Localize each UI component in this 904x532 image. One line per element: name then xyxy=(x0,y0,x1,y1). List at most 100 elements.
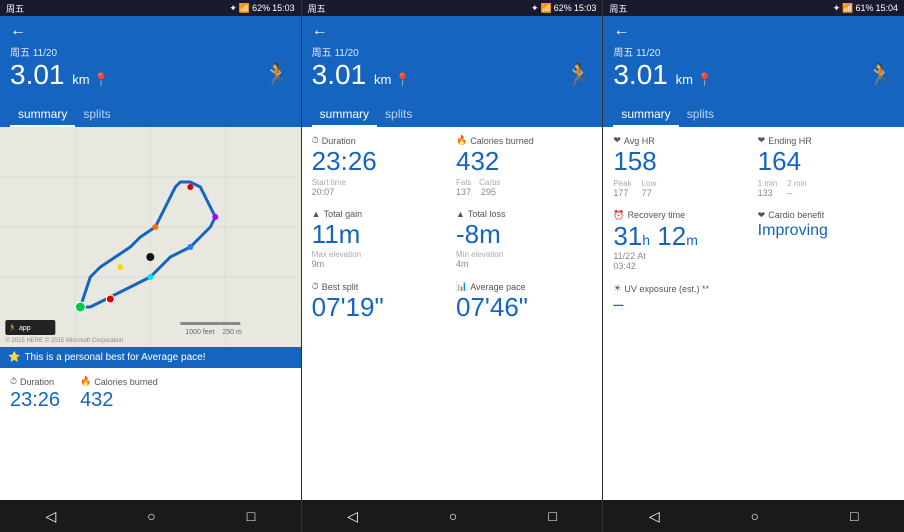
battery-1: 62% xyxy=(252,3,270,13)
duration-sub-2: Start time20:07 xyxy=(312,177,448,197)
status-left-1: 周五 xyxy=(6,2,24,15)
tabs-2: summary splits xyxy=(302,99,603,127)
tab-splits-2[interactable]: splits xyxy=(377,103,420,127)
endinghr-value-3: 164 xyxy=(758,147,894,176)
bluetooth-icon-3: ✦ xyxy=(833,3,841,14)
duration-label-2: Duration xyxy=(322,136,356,146)
svg-text:© 2015 HERE © 2015 Microsoft: © 2015 HERE © 2015 Microsoft Corporation xyxy=(5,337,123,344)
nav-home-3[interactable]: ○ xyxy=(751,508,759,524)
content-2: ⏱ Duration 23:26 Start time20:07 🔥 Calor… xyxy=(302,127,603,500)
bottom-nav-1: ◁ ○ □ xyxy=(0,500,301,532)
stats-grid-2: ⏱ Duration 23:26 Start time20:07 🔥 Calor… xyxy=(302,127,603,330)
time-1: 15:03 xyxy=(272,3,295,13)
recovery-value-3: 31h 12m xyxy=(613,222,749,251)
run-icon-1: 🏃 xyxy=(263,62,290,88)
svg-text:🏃 app: 🏃 app xyxy=(8,323,30,332)
distance-1: 3.01 km 📍 xyxy=(10,59,109,91)
header-3: ← 周五 11/20 3.01 km 📍 🏃 xyxy=(603,16,904,99)
avgpace-value-2: 07'46" xyxy=(456,293,592,322)
loss-label-2: Total loss xyxy=(468,209,506,219)
stat-bestsplit-2: ⏱ Best split 07'19" xyxy=(312,281,448,322)
calories-value-2: 432 xyxy=(456,147,592,176)
calories-sub-2: Fats Carbs137 295 xyxy=(456,177,592,197)
map-svg: 1000 feet 250 m © 2015 HERE © 2015 Micro… xyxy=(0,127,301,347)
loss-icon-2: ▲ xyxy=(456,209,465,219)
calories-label-s1: 🔥 Calories burned xyxy=(80,376,158,387)
nav-back-1[interactable]: ◁ xyxy=(45,508,56,525)
bottom-nav-2: ◁ ○ □ xyxy=(302,500,603,532)
nav-back-3[interactable]: ◁ xyxy=(649,508,660,525)
cardio-icon-3: ❤ xyxy=(758,210,766,221)
bluetooth-icon-1: ✦ xyxy=(229,3,237,14)
tab-splits-1[interactable]: splits xyxy=(75,103,118,127)
status-left-2: 周五 xyxy=(308,2,326,15)
status-left-3: 周五 xyxy=(609,2,627,15)
stats-grid-3: ❤ Avg HR 158 Peak177 Low77 ❤ Ending HR xyxy=(603,127,904,323)
duration-icon-s1: ⏱ xyxy=(10,376,17,387)
distance-2: 3.01 km 📍 xyxy=(312,59,411,91)
calories-label-2: Calories burned xyxy=(470,136,534,146)
stat-calories-2: 🔥 Calories burned 432 Fats Carbs137 295 xyxy=(456,135,592,197)
tabs-3: summary splits xyxy=(603,99,904,127)
time-2: 15:03 xyxy=(574,3,597,13)
bluetooth-icon-2: ✦ xyxy=(531,3,539,14)
endinghr-icon-3: ❤ xyxy=(758,135,766,146)
status-bar-1: 周五 ✦ 📶 62% 15:03 xyxy=(0,0,301,16)
nav-home-1[interactable]: ○ xyxy=(147,508,155,524)
avghr-value-3: 158 xyxy=(613,147,749,176)
nav-recent-2[interactable]: □ xyxy=(548,508,556,524)
run-icon-3: 🏃 xyxy=(867,62,894,88)
personal-best-banner: ⭐ This is a personal best for Average pa… xyxy=(0,347,301,368)
avgpace-icon-2: 📊 xyxy=(456,281,467,292)
back-button-2[interactable]: ← xyxy=(312,22,593,40)
stat-avghr-3: ❤ Avg HR 158 Peak177 Low77 xyxy=(613,135,749,198)
nav-recent-3[interactable]: □ xyxy=(850,508,858,524)
time-3: 15:04 xyxy=(875,3,898,13)
nav-recent-1[interactable]: □ xyxy=(247,508,255,524)
avghr-icon-3: ❤ xyxy=(613,135,621,146)
duration-value-2: 23:26 xyxy=(312,147,448,176)
stat-loss-2: ▲ Total loss -8m Min elevation4m xyxy=(456,209,592,270)
stat-uv-3: ☀ UV exposure (est.) ** – xyxy=(613,283,749,315)
uv-value-3: – xyxy=(613,295,749,315)
tab-splits-3[interactable]: splits xyxy=(679,103,722,127)
bottom-nav-3: ◁ ○ □ xyxy=(603,500,904,532)
stat-duration-2: ⏱ Duration 23:26 Start time20:07 xyxy=(312,135,448,197)
duration-label-s1: ⏱ Duration xyxy=(10,376,60,387)
stat-cardio-3: ❤ Cardio benefit Improving xyxy=(758,210,894,272)
back-button-3[interactable]: ← xyxy=(613,22,894,40)
loss-sub-2: Min elevation4m xyxy=(456,249,592,269)
uv-icon-3: ☀ xyxy=(613,283,621,294)
distance-3: 3.01 km 📍 xyxy=(613,59,712,91)
bestsplit-label-2: Best split xyxy=(322,282,359,292)
bestsplit-icon-2: ⏱ xyxy=(312,281,319,292)
recovery-sub-3: 11/22 At03:42 xyxy=(613,251,749,271)
tab-summary-1[interactable]: summary xyxy=(10,103,75,127)
tab-summary-3[interactable]: summary xyxy=(613,103,678,127)
loss-value-2: -8m xyxy=(456,220,592,249)
content-3: ❤ Avg HR 158 Peak177 Low77 ❤ Ending HR xyxy=(603,127,904,500)
signal-icon-1: 📶 xyxy=(239,3,250,14)
recovery-icon-3: ⏰ xyxy=(613,210,624,221)
header-2: ← 周五 11/20 3.01 km 📍 🏃 xyxy=(302,16,603,99)
gain-icon-2: ▲ xyxy=(312,209,321,219)
status-bar-3: 周五 ✦ 📶 61% 15:04 xyxy=(603,0,904,16)
nav-home-2[interactable]: ○ xyxy=(449,508,457,524)
signal-icon-2: 📶 xyxy=(541,3,552,14)
stat-gain-2: ▲ Total gain 11m Max elevation9m xyxy=(312,209,448,270)
endinghr-label-3: Ending HR xyxy=(768,136,812,146)
recovery-label-3: Recovery time xyxy=(628,210,686,220)
uv-label-3: UV exposure (est.) ** xyxy=(624,284,709,294)
screen1-stats: ⏱ Duration 23:26 🔥 Calories burned 432 xyxy=(0,368,301,420)
tabs-1: summary splits xyxy=(0,99,301,127)
back-button-1[interactable]: ← xyxy=(10,22,291,40)
stat-recovery-3: ⏰ Recovery time 31h 12m 11/22 At03:42 xyxy=(613,210,749,272)
stat-endinghr-3: ❤ Ending HR 164 1 min133 2 min– xyxy=(758,135,894,198)
battery-3: 61% xyxy=(855,3,873,13)
duration-icon-2: ⏱ xyxy=(312,135,319,146)
header-1: ← 周五 11/20 3.01 km 📍 🏃 xyxy=(0,16,301,99)
gain-sub-2: Max elevation9m xyxy=(312,249,448,269)
tab-summary-2[interactable]: summary xyxy=(312,103,377,127)
nav-back-2[interactable]: ◁ xyxy=(347,508,358,525)
bestsplit-value-2: 07'19" xyxy=(312,293,448,322)
